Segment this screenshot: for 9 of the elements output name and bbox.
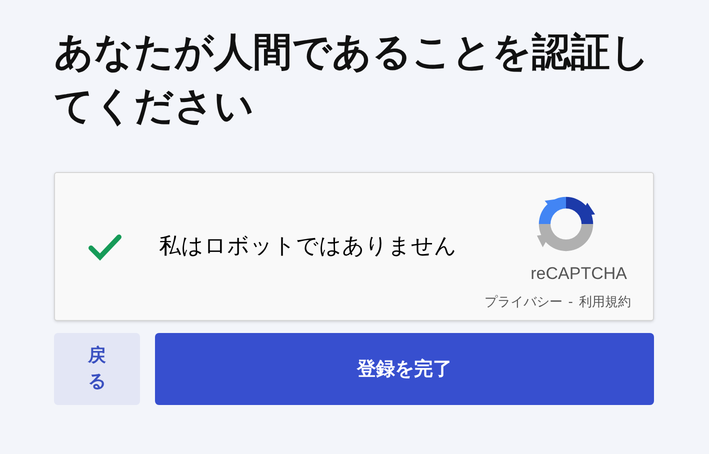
complete-registration-button[interactable]: 登録を完了 — [155, 333, 654, 405]
terms-link[interactable]: 利用規約 — [579, 292, 631, 312]
link-separator: - — [568, 294, 573, 312]
privacy-link[interactable]: プライバシー — [484, 292, 562, 312]
back-button[interactable]: 戻る — [54, 333, 140, 405]
recaptcha-brand: reCAPTCHA — [530, 263, 627, 285]
checkmark-icon — [88, 232, 122, 260]
checkbox-label: 私はロボットではありません — [159, 232, 458, 260]
page-heading: あなたが人間であることを認証してください — [54, 29, 651, 131]
